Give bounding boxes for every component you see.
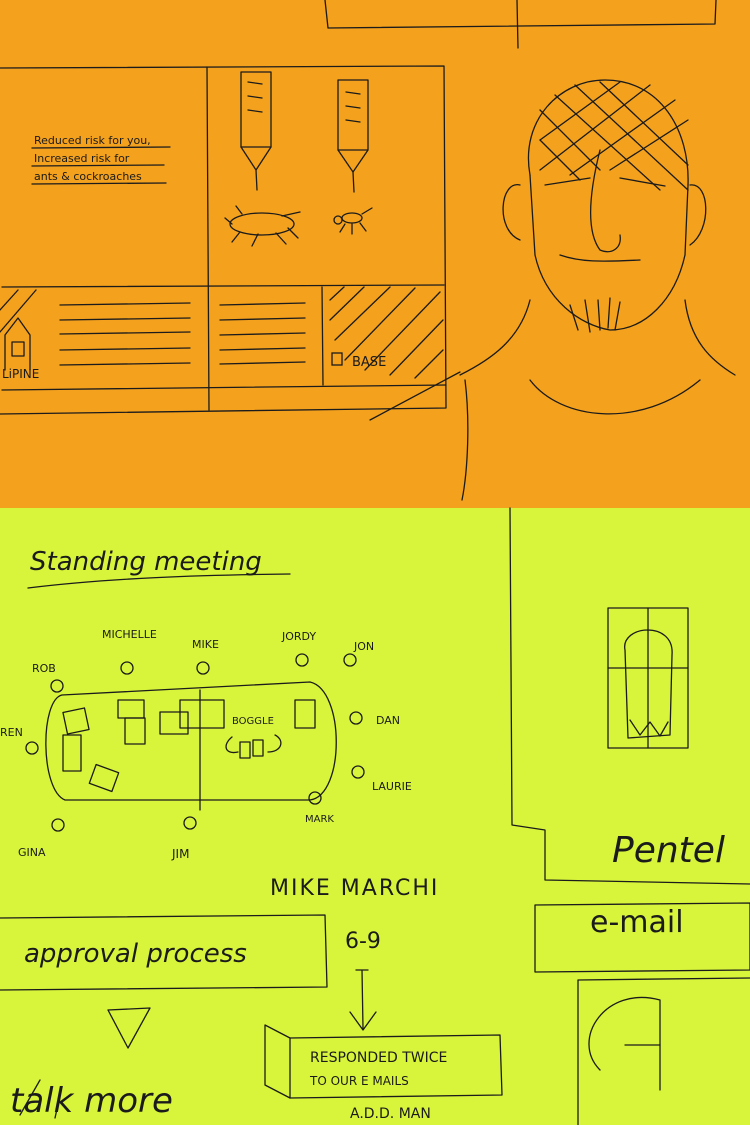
approval-process-label: approval process bbox=[24, 939, 247, 969]
name-gina: GINA bbox=[18, 846, 46, 859]
top-orange-panel bbox=[0, 0, 750, 508]
mike-marchi-label: MIKE MARCHI bbox=[270, 876, 439, 901]
bottom-lime-panel bbox=[0, 508, 750, 1125]
responded-line-2: TO OUR E MAILS bbox=[309, 1074, 409, 1088]
responded-line-1: RESPONDED TWICE bbox=[310, 1050, 447, 1066]
sketch-scene: Reduced risk for you, Increased risk for… bbox=[0, 0, 750, 1125]
time-label: 6-9 bbox=[345, 929, 381, 954]
risk-line-1: Reduced risk for you, bbox=[34, 134, 151, 147]
name-rob: ROB bbox=[32, 662, 56, 675]
email-label: e-mail bbox=[590, 905, 684, 940]
name-ren: REN bbox=[0, 726, 23, 739]
talk-more-label: talk more bbox=[10, 1081, 173, 1121]
name-jim: JIM bbox=[171, 847, 189, 861]
risk-line-3: ants & cockroaches bbox=[34, 170, 142, 183]
pentel-logo: Pentel bbox=[612, 830, 725, 871]
name-jordy: JORDY bbox=[281, 630, 316, 643]
brand-right: BASE bbox=[352, 355, 386, 370]
name-laurie: LAURIE bbox=[372, 780, 412, 793]
name-mike: MIKE bbox=[192, 638, 219, 651]
name-mark: MARK bbox=[305, 814, 334, 825]
standing-meeting-heading: Standing meeting bbox=[30, 547, 262, 577]
add-man-label: A.D.D. MAN bbox=[350, 1106, 431, 1122]
name-dan: DAN bbox=[376, 714, 400, 727]
risk-line-2: Increased risk for bbox=[34, 152, 130, 165]
name-jon: JON bbox=[353, 640, 374, 653]
boggle-label: BOGGLE bbox=[232, 716, 274, 727]
name-michelle: MICHELLE bbox=[102, 628, 157, 641]
brand-left: LiPINE bbox=[2, 367, 39, 381]
